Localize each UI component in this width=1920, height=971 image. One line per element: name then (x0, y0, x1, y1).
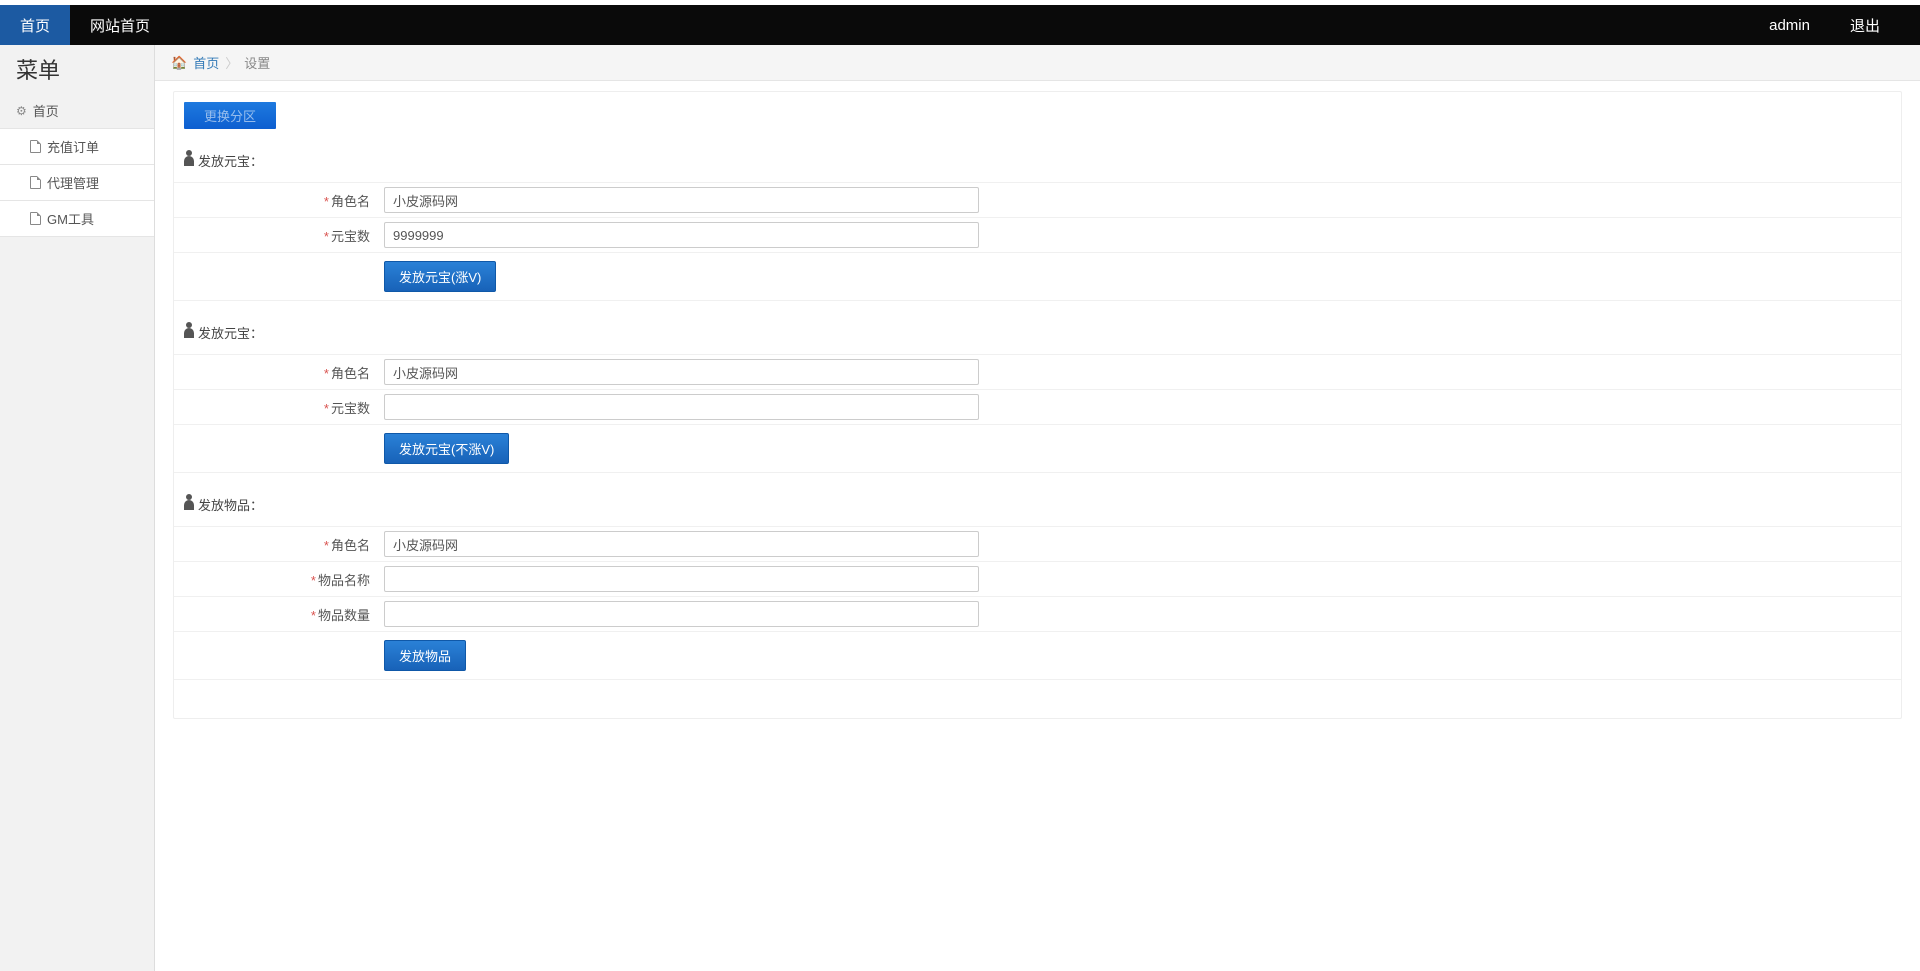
topbar-site-home[interactable]: 网站首页 (70, 5, 170, 45)
role-label: 角色名 (331, 366, 370, 381)
item-qty-input[interactable] (384, 601, 979, 627)
sidebar-root-label: 首页 (33, 101, 59, 120)
amount-input-2[interactable] (384, 394, 979, 420)
topbar-home[interactable]: 首页 (0, 5, 70, 45)
sidebar-title: 菜单 (0, 45, 154, 93)
section-item: 发放物品： *角色名 *物品名称 *物品数量 (174, 491, 1901, 680)
role-label: 角色名 (331, 538, 370, 553)
file-icon (30, 176, 41, 189)
topbar-logout[interactable]: 退出 (1830, 5, 1900, 45)
home-icon (171, 55, 187, 71)
sidebar: 菜单 首页 充值订单 代理管理 GM工具 (0, 45, 155, 971)
section-yuanbao-vip: 发放元宝： *角色名 *元宝数 发放元宝(涨V) (174, 147, 1901, 301)
topbar-user[interactable]: admin (1749, 5, 1830, 45)
gear-icon (16, 103, 27, 118)
topbar: 首页 网站首页 admin 退出 (0, 5, 1920, 45)
amount-label: 元宝数 (331, 229, 370, 244)
sidebar-root[interactable]: 首页 (0, 93, 154, 129)
submit-yuanbao-novip-button[interactable]: 发放元宝(不涨V) (384, 433, 509, 464)
item-name-input[interactable] (384, 566, 979, 592)
sidebar-item-agent[interactable]: 代理管理 (0, 165, 154, 201)
user-icon (184, 328, 194, 338)
role-input-3[interactable] (384, 531, 979, 557)
sidebar-item-gm[interactable]: GM工具 (0, 201, 154, 237)
breadcrumb: 首页 〉 设置 (155, 45, 1920, 81)
section-title: 发放元宝： (174, 319, 1901, 354)
submit-yuanbao-vip-button[interactable]: 发放元宝(涨V) (384, 261, 496, 292)
role-label: 角色名 (331, 194, 370, 209)
user-icon (184, 156, 194, 166)
role-input-1[interactable] (384, 187, 979, 213)
file-icon (30, 212, 41, 225)
section-yuanbao-novip: 发放元宝： *角色名 *元宝数 发放元宝(不涨V) (174, 319, 1901, 473)
item-name-label: 物品名称 (318, 573, 370, 588)
section-title: 发放物品： (174, 491, 1901, 526)
section-title: 发放元宝： (174, 147, 1901, 182)
region-switch-button[interactable]: 更换分区 (184, 102, 276, 129)
amount-label: 元宝数 (331, 401, 370, 416)
breadcrumb-home[interactable]: 首页 (193, 53, 219, 72)
sidebar-item-label: 充值订单 (47, 137, 99, 156)
breadcrumb-current: 设置 (244, 53, 270, 72)
sidebar-item-label: GM工具 (47, 209, 94, 228)
user-icon (184, 500, 194, 510)
amount-input-1[interactable] (384, 222, 979, 248)
breadcrumb-sep: 〉 (225, 53, 238, 72)
role-input-2[interactable] (384, 359, 979, 385)
submit-item-button[interactable]: 发放物品 (384, 640, 466, 671)
item-qty-label: 物品数量 (318, 608, 370, 623)
sidebar-item-label: 代理管理 (47, 173, 99, 192)
main: 首页 〉 设置 更换分区 发放元宝： *角色名 *元 (155, 45, 1920, 971)
file-icon (30, 140, 41, 153)
sidebar-item-recharge[interactable]: 充值订单 (0, 129, 154, 165)
